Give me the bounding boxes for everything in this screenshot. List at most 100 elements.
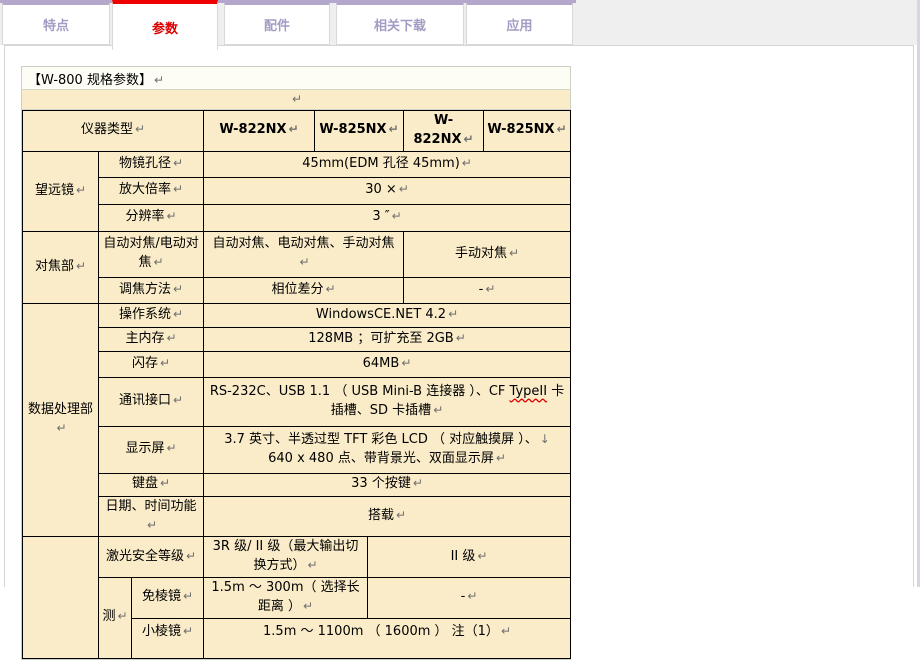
row-value: 3 ″↵ [204,204,571,231]
return-mark: ↵ [456,331,466,345]
tab-accessories[interactable]: 配件 [224,2,330,45]
return-mark: ↵ [392,209,402,223]
return-mark: ↵ [307,558,317,572]
return-mark: ↵ [413,476,423,490]
table-row: 闪存↵ 64MB↵ [23,351,571,377]
spec-table-container: 【W-800 规格参数】↵ ↵ 仪器类型↵ W-822NX↵ W-825NX↵ … [21,66,571,660]
model-header: W-825NX↵ [484,111,571,152]
return-mark: ↵ [117,609,127,623]
return-mark: ↵ [389,122,399,136]
row-label: 调焦方法↵ [99,277,204,303]
page: { "marks": {"return": "↵", "linebreak": … [0,0,920,587]
return-mark: ↵ [166,209,176,223]
return-mark: ↵ [173,282,183,296]
tab-parameters[interactable]: 参数 [112,0,218,50]
return-mark: ↵ [183,624,193,638]
row-label: 激光安全等级↵ [99,537,204,578]
group-label-data-processing: 数据处理部↵ [23,303,99,537]
row-value: 64MB↵ [204,351,571,377]
table-row: 仪器类型↵ W-822NX↵ W-825NX↵ W-822NX↵ W-825NX… [23,111,571,152]
table-row: 键盘↵ 33 个按键↵ [23,473,571,496]
row-value: 45mm(EDM 孔径 45mm)↵ [204,151,571,177]
row-value: WindowsCE.NET 4.2↵ [204,303,571,327]
row-label: 通讯接口↵ [99,377,204,426]
return-mark: ↵ [173,156,183,170]
return-mark: ↵ [173,393,183,407]
group-label-telescope: 望远镜↵ [23,151,99,231]
comm-text-pre: RS-232C、USB 1.1 （ USB Mini-B 连接器 ）、CF [210,384,510,399]
row-label: 显示屏↵ [99,426,204,473]
row-value: -↵ [404,277,571,303]
return-mark: ↵ [303,599,313,613]
return-mark: ↵ [501,624,511,638]
comm-text-spellcheck: TypeII [510,384,548,399]
model-header: W-822NX↵ [404,111,484,152]
row-value: 1.5m ～ 300m（ 选择长距离 ）↵ [204,578,368,619]
row-label: 分辨率↵ [99,204,204,231]
tab-downloads[interactable]: 相关下载 [336,2,464,45]
row-label: 主内存↵ [99,327,204,351]
spec-table-title: 【W-800 规格参数】↵ [22,67,570,90]
row-label: 小棱镜↵ [132,618,204,658]
row-label: 放大倍率↵ [99,177,204,204]
return-mark: ↵ [396,508,406,522]
return-mark: ↵ [76,183,86,197]
instrument-type-header: 仪器类型↵ [23,111,204,152]
table-row: 望远镜↵ 物镜孔径↵ 45mm(EDM 孔径 45mm)↵ [23,151,571,177]
row-label: 键盘↵ [99,473,204,496]
row-value: 128MB ；可扩充至 2GB↵ [204,327,571,351]
return-mark: ↵ [76,259,86,273]
return-mark: ↵ [166,331,176,345]
row-value: 相位差分↵ [204,277,404,303]
row-value: 30 ×↵ [204,177,571,204]
table-row: 分辨率↵ 3 ″↵ [23,204,571,231]
row-label: 物镜孔径↵ [99,151,204,177]
table-row: 主内存↵ 128MB ；可扩充至 2GB↵ [23,327,571,351]
row-value: 手动对焦↵ [404,231,571,277]
table-row: 放大倍率↵ 30 ×↵ [23,177,571,204]
return-mark: ↵ [135,122,145,136]
display-line1: 3.7 英寸、半透过型 TFT 彩色 LCD （ 对应触摸屏 ）、↓ [207,431,567,450]
return-mark: ↵ [448,307,458,321]
return-mark: ↵ [496,451,506,465]
paragraph-mark: ↵ [290,92,302,107]
row-label: 免棱镜↵ [132,578,204,619]
table-row: 通讯接口↵ RS-232C、USB 1.1 （ USB Mini-B 连接器 ）… [23,377,571,426]
return-mark: ↵ [399,182,409,196]
tab-label: 参数 [152,18,178,37]
table-row: 调焦方法↵ 相位差分↵ -↵ [23,277,571,303]
tab-features[interactable]: 特点 [2,2,110,45]
row-label: 自动对焦/电动对焦↵ [99,231,204,277]
return-mark: ↵ [401,356,411,370]
row-value: 自动对焦、电动对焦、手动对焦↵ [204,231,404,277]
return-mark: ↵ [154,73,164,87]
group-label-edm [23,537,99,658]
model-header: W-822NX↵ [204,111,315,152]
spec-table-empty-row: ↵ [22,90,570,110]
group-label-range: 测↵ [99,578,132,659]
return-mark: ↵ [160,476,170,490]
table-row: 激光安全等级↵ 3R 级/ II 级（最大输出切换方式）↵ II 级↵ [23,537,571,578]
tab-label: 应用 [506,15,532,34]
row-value: RS-232C、USB 1.1 （ USB Mini-B 连接器 ）、CF Ty… [204,377,571,426]
tab-label: 特点 [43,15,69,34]
spec-table: 仪器类型↵ W-822NX↵ W-825NX↵ W-822NX↵ W-825NX… [22,110,571,659]
table-row: 数据处理部↵ 操作系统↵ WindowsCE.NET 4.2↵ [23,303,571,327]
row-value: 3.7 英寸、半透过型 TFT 彩色 LCD （ 对应触摸屏 ）、↓ 640 x… [204,426,571,473]
table-row: 对焦部↵ 自动对焦/电动对焦↵ 自动对焦、电动对焦、手动对焦↵ 手动对焦↵ [23,231,571,277]
return-mark: ↵ [509,246,519,260]
model-header: W-825NX↵ [315,111,404,152]
row-value: 33 个按键↵ [204,473,571,496]
group-label-focus: 对焦部↵ [23,231,99,303]
tab-applications[interactable]: 应用 [466,2,573,45]
table-row: 测↵ 免棱镜↵ 1.5m ～ 300m（ 选择长距离 ）↵ -↵ [23,578,571,619]
tab-label: 配件 [264,15,290,34]
return-mark: ↵ [289,122,299,136]
return-mark: ↵ [173,307,183,321]
return-mark: ↵ [326,282,336,296]
return-mark: ↵ [467,589,477,603]
return-mark: ↵ [160,356,170,370]
return-mark: ↵ [433,403,443,417]
return-mark: ↵ [173,182,183,196]
return-mark: ↵ [186,549,196,563]
